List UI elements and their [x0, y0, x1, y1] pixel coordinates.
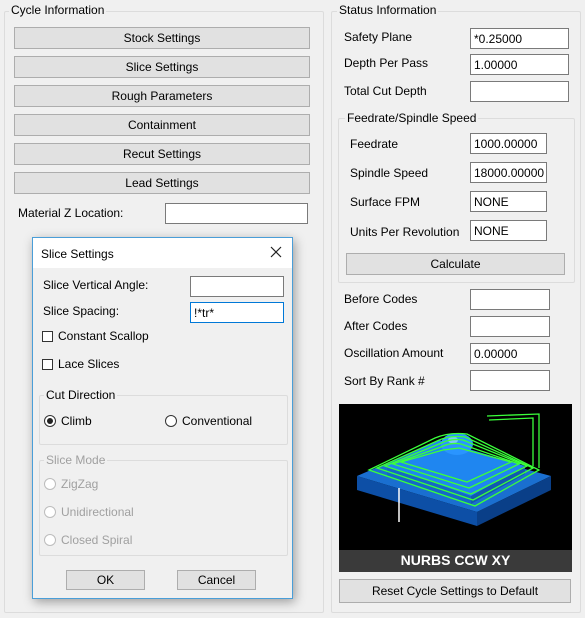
- total-cut-depth-input[interactable]: [470, 81, 569, 102]
- climb-radio-selected-dot: [47, 418, 53, 424]
- spindle-speed-label: Spindle Speed: [350, 166, 429, 180]
- slice-vertical-angle-label: Slice Vertical Angle:: [43, 278, 149, 292]
- climb-label: Climb: [61, 414, 92, 428]
- feedrate-spindle-title: Feedrate/Spindle Speed: [345, 111, 479, 125]
- safety-plane-input[interactable]: [470, 28, 569, 49]
- cycle-information-title: Cycle Information: [9, 3, 107, 17]
- depth-per-pass-input[interactable]: [470, 54, 569, 75]
- feedrate-label: Feedrate: [350, 137, 399, 151]
- surface-fpm-input[interactable]: [470, 191, 547, 212]
- before-codes-label: Before Codes: [344, 292, 418, 306]
- recut-settings-button[interactable]: Recut Settings: [14, 143, 310, 165]
- sort-by-rank-input[interactable]: [470, 370, 550, 391]
- lead-settings-button[interactable]: Lead Settings: [14, 172, 310, 194]
- unidirectional-label: Unidirectional: [61, 505, 134, 519]
- conventional-label: Conventional: [182, 414, 253, 428]
- unidirectional-radio[interactable]: [44, 506, 56, 518]
- zigzag-radio[interactable]: [44, 478, 56, 490]
- oscillation-amount-input[interactable]: [470, 343, 550, 364]
- preview-caption: NURBS CCW XY: [400, 552, 511, 568]
- zigzag-label: ZigZag: [61, 477, 99, 491]
- lace-slices-checkbox[interactable]: [42, 359, 53, 370]
- spindle-speed-input[interactable]: [470, 162, 547, 183]
- constant-scallop-checkbox[interactable]: [42, 331, 53, 342]
- conventional-radio[interactable]: [165, 415, 177, 427]
- calculate-button[interactable]: Calculate: [346, 253, 565, 275]
- closed-spiral-radio[interactable]: [44, 534, 56, 546]
- slice-settings-dialog: Slice Settings Slice Vertical Angle: Sli…: [32, 237, 293, 599]
- material-z-location-label: Material Z Location:: [18, 206, 124, 220]
- dialog-title: Slice Settings: [41, 247, 114, 261]
- slice-mode-title: Slice Mode: [44, 453, 108, 467]
- slice-settings-button[interactable]: Slice Settings: [14, 56, 310, 78]
- cut-direction-title: Cut Direction: [44, 388, 118, 402]
- status-information-title: Status Information: [337, 3, 439, 17]
- dialog-close-icon[interactable]: [269, 245, 283, 259]
- toolpath-preview-image: NURBS CCW XY: [339, 404, 572, 572]
- depth-per-pass-label: Depth Per Pass: [344, 56, 429, 70]
- safety-plane-label: Safety Plane: [344, 30, 413, 44]
- stock-settings-button[interactable]: Stock Settings: [14, 27, 310, 49]
- after-codes-input[interactable]: [470, 316, 550, 337]
- constant-scallop-label: Constant Scallop: [58, 329, 149, 343]
- lace-slices-label: Lace Slices: [58, 357, 120, 371]
- toolpath-illustration-icon: [357, 413, 551, 526]
- rough-parameters-button[interactable]: Rough Parameters: [14, 85, 310, 107]
- before-codes-input[interactable]: [470, 289, 550, 310]
- surface-fpm-label: Surface FPM: [350, 195, 421, 209]
- slice-vertical-angle-input[interactable]: [190, 276, 284, 297]
- slice-spacing-label: Slice Spacing:: [43, 304, 120, 318]
- reset-cycle-settings-button[interactable]: Reset Cycle Settings to Default: [339, 579, 571, 603]
- feedrate-input[interactable]: [470, 133, 547, 154]
- sort-by-rank-label: Sort By Rank #: [344, 374, 425, 388]
- units-per-revolution-input[interactable]: [470, 220, 547, 241]
- ok-button[interactable]: OK: [66, 570, 145, 590]
- total-cut-depth-label: Total Cut Depth: [344, 84, 427, 98]
- containment-button[interactable]: Containment: [14, 114, 310, 136]
- closed-spiral-label: Closed Spiral: [61, 533, 133, 547]
- slice-spacing-input[interactable]: [190, 302, 284, 323]
- units-per-revolution-label: Units Per Revolution: [350, 225, 460, 239]
- climb-radio[interactable]: [44, 415, 56, 427]
- after-codes-label: After Codes: [344, 319, 408, 333]
- material-z-location-input[interactable]: [165, 203, 308, 224]
- oscillation-amount-label: Oscillation Amount: [344, 346, 444, 360]
- cancel-button[interactable]: Cancel: [177, 570, 256, 590]
